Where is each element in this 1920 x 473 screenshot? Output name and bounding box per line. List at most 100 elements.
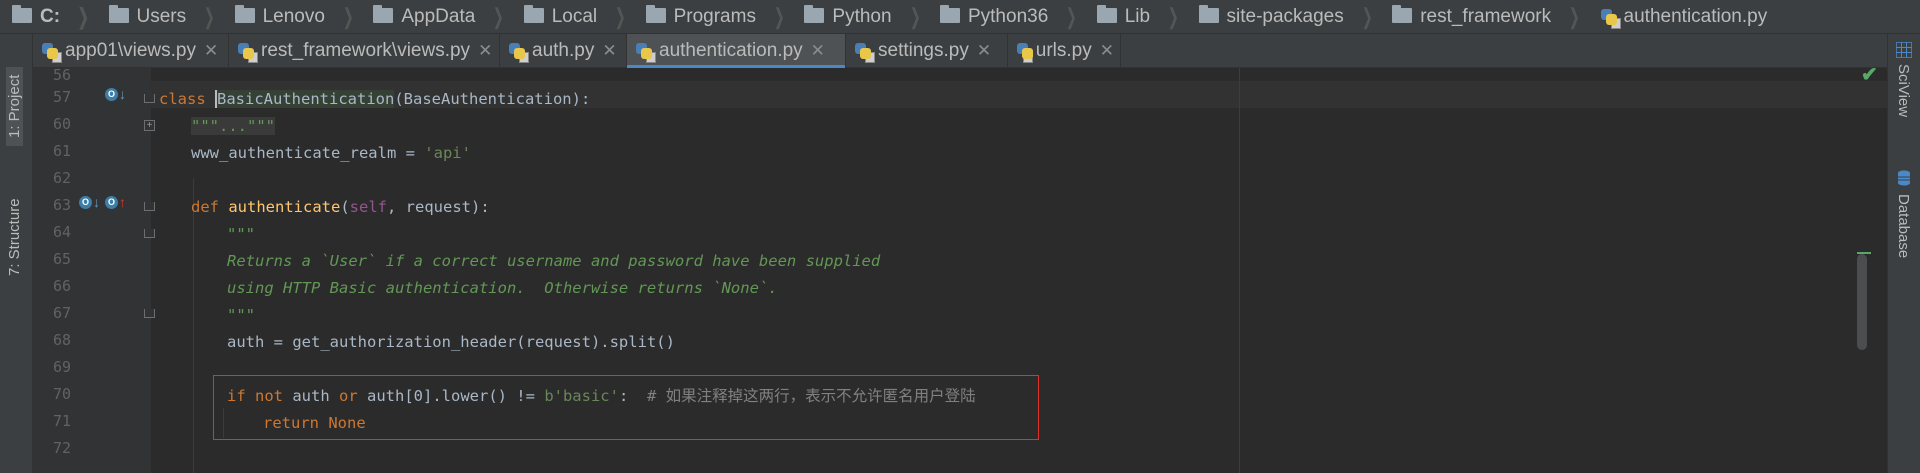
database-tool-button[interactable]: Database bbox=[1895, 194, 1912, 258]
tab-app01-views[interactable]: app01\views.py ✕ bbox=[33, 34, 229, 67]
folder-icon bbox=[523, 5, 544, 23]
chevron-right-icon: ❯ bbox=[1361, 3, 1373, 29]
fold-expand-icon[interactable]: + bbox=[144, 120, 155, 131]
tab-auth[interactable]: auth.py ✕ bbox=[500, 34, 627, 67]
function-name: authenticate bbox=[228, 198, 341, 216]
tab-urls[interactable]: urls.py ✕ bbox=[1008, 34, 1121, 67]
code-text: ( bbox=[340, 198, 350, 216]
breadcrumb-item[interactable]: Python36 ❯ bbox=[928, 0, 1085, 33]
class-name: BasicAuthentication bbox=[215, 90, 395, 108]
folder-icon bbox=[1198, 5, 1219, 23]
vertical-scrollbar[interactable] bbox=[1857, 68, 1871, 473]
arrow-up-icon[interactable]: ↑ bbox=[119, 194, 126, 210]
folded-docstring[interactable]: """...""" bbox=[191, 117, 275, 135]
line-number: 63 bbox=[52, 196, 71, 214]
chevron-right-icon: ❯ bbox=[1065, 3, 1078, 29]
string-literal: 'api' bbox=[424, 144, 471, 162]
python-file-icon bbox=[1600, 8, 1621, 29]
structure-tool-button[interactable]: 7: Structure bbox=[6, 190, 23, 284]
chevron-right-icon: ❯ bbox=[1167, 3, 1179, 29]
close-icon[interactable]: ✕ bbox=[1100, 41, 1114, 61]
breadcrumb-item[interactable]: rest_framework ❯ bbox=[1380, 0, 1587, 33]
line-number: 67 bbox=[52, 304, 71, 322]
close-icon[interactable]: ✕ bbox=[602, 41, 616, 61]
fold-marker-icon[interactable] bbox=[144, 94, 155, 103]
keyword: class bbox=[159, 90, 206, 108]
python-file-icon bbox=[635, 42, 656, 63]
breadcrumb-item-drive[interactable]: C: ❯ bbox=[0, 0, 97, 33]
code-line-57: class BasicAuthentication(BaseAuthentica… bbox=[159, 86, 590, 113]
tab-rest-framework-views[interactable]: rest_framework\views.py ✕ bbox=[229, 34, 500, 67]
chevron-right-icon: ❯ bbox=[342, 3, 354, 29]
breadcrumb-item[interactable]: Lenovo ❯ bbox=[223, 0, 362, 33]
sciview-tool-button[interactable]: SciView bbox=[1895, 64, 1912, 117]
breadcrumb-label: AppData bbox=[401, 5, 476, 27]
chevron-right-icon: ❯ bbox=[1568, 3, 1580, 29]
breadcrumb-item[interactable]: site-packages ❯ bbox=[1187, 0, 1381, 33]
code-text: , request): bbox=[387, 198, 490, 216]
folder-icon bbox=[108, 5, 129, 23]
override-icon[interactable]: O bbox=[79, 196, 92, 209]
chevron-right-icon: ❯ bbox=[203, 3, 215, 29]
tab-label: urls.py bbox=[1035, 39, 1092, 61]
left-tool-strip: 1: Project 7: Structure bbox=[0, 34, 33, 473]
breadcrumb-item-file[interactable]: authentication.py bbox=[1588, 0, 1772, 33]
line-number: 69 bbox=[52, 358, 71, 376]
folder-icon bbox=[234, 5, 255, 23]
editor-tab-bar: app01\views.py ✕ rest_framework\views.py ✕… bbox=[33, 34, 1887, 68]
tab-settings[interactable]: settings.py ✕ bbox=[846, 34, 1008, 67]
code-text: www_authenticate_realm = bbox=[191, 144, 425, 162]
breadcrumb-item[interactable]: Lib ❯ bbox=[1085, 0, 1187, 33]
breadcrumb-label: Lenovo bbox=[262, 5, 325, 27]
code-editor[interactable]: 56 57 60 61 62 63 64 65 66 67 68 69 70 7… bbox=[33, 68, 1887, 473]
fold-marker-icon[interactable] bbox=[144, 202, 155, 211]
structure-tool-label: 7: Structure bbox=[6, 198, 23, 276]
breadcrumb-item[interactable]: Users ❯ bbox=[97, 0, 223, 33]
line-number: 70 bbox=[52, 385, 71, 403]
implements-icon[interactable]: O bbox=[105, 196, 118, 209]
database-icon bbox=[1897, 170, 1911, 186]
close-icon[interactable]: ✕ bbox=[478, 41, 492, 61]
project-tool-label: 1: Project bbox=[6, 74, 23, 138]
line-number: 72 bbox=[52, 439, 71, 457]
tab-label: auth.py bbox=[532, 39, 595, 61]
breadcrumb-item[interactable]: Programs ❯ bbox=[634, 0, 793, 33]
arrow-down-icon[interactable]: ↓ bbox=[119, 86, 126, 102]
code-line-63: def authenticate(self, request): bbox=[191, 194, 490, 221]
folder-icon bbox=[1392, 5, 1413, 23]
code-line-60: """...""" bbox=[191, 113, 275, 140]
breadcrumb-item[interactable]: AppData ❯ bbox=[361, 0, 511, 33]
line-number: 61 bbox=[52, 142, 71, 160]
close-icon[interactable]: ✕ bbox=[977, 41, 991, 61]
fold-marker-icon[interactable] bbox=[144, 229, 155, 238]
folder-icon bbox=[804, 5, 825, 23]
fold-end-icon[interactable] bbox=[144, 309, 155, 318]
line-number: 62 bbox=[52, 169, 71, 187]
keyword: def bbox=[191, 198, 219, 216]
code-line-66: using HTTP Basic authentication. Otherwi… bbox=[227, 279, 778, 297]
database-tool-label: Database bbox=[1895, 194, 1912, 259]
self-param: self bbox=[349, 198, 387, 216]
override-icon[interactable]: O bbox=[105, 88, 118, 101]
scrollbar-thumb[interactable] bbox=[1857, 254, 1867, 350]
breadcrumb: C: ❯ Users ❯ Lenovo ❯ AppData ❯ Local ❯ Progr… bbox=[0, 0, 1920, 34]
close-icon[interactable]: ✕ bbox=[204, 41, 218, 61]
folder-icon bbox=[1096, 5, 1117, 23]
breadcrumb-label: authentication.py bbox=[1623, 5, 1768, 27]
sciview-icon bbox=[1895, 41, 1913, 59]
breadcrumb-item[interactable]: Python ❯ bbox=[792, 0, 928, 33]
project-tool-button[interactable]: 1: Project bbox=[6, 66, 23, 146]
breadcrumb-label: Python bbox=[832, 5, 892, 27]
python-file-icon bbox=[41, 42, 62, 63]
arrow-down-icon[interactable]: ↓ bbox=[93, 194, 100, 210]
chevron-right-icon: ❯ bbox=[773, 3, 785, 29]
close-icon[interactable]: ✕ bbox=[811, 41, 825, 61]
chevron-right-icon: ❯ bbox=[614, 3, 626, 29]
tab-authentication[interactable]: authentication.py ✕ bbox=[627, 34, 846, 68]
python-file-icon bbox=[1016, 42, 1033, 63]
breadcrumb-label: Python36 bbox=[967, 5, 1049, 27]
breadcrumb-item[interactable]: Local ❯ bbox=[512, 0, 634, 33]
chevron-right-icon: ❯ bbox=[492, 3, 505, 29]
folder-icon bbox=[939, 5, 960, 23]
tab-label: rest_framework\views.py bbox=[261, 39, 471, 61]
